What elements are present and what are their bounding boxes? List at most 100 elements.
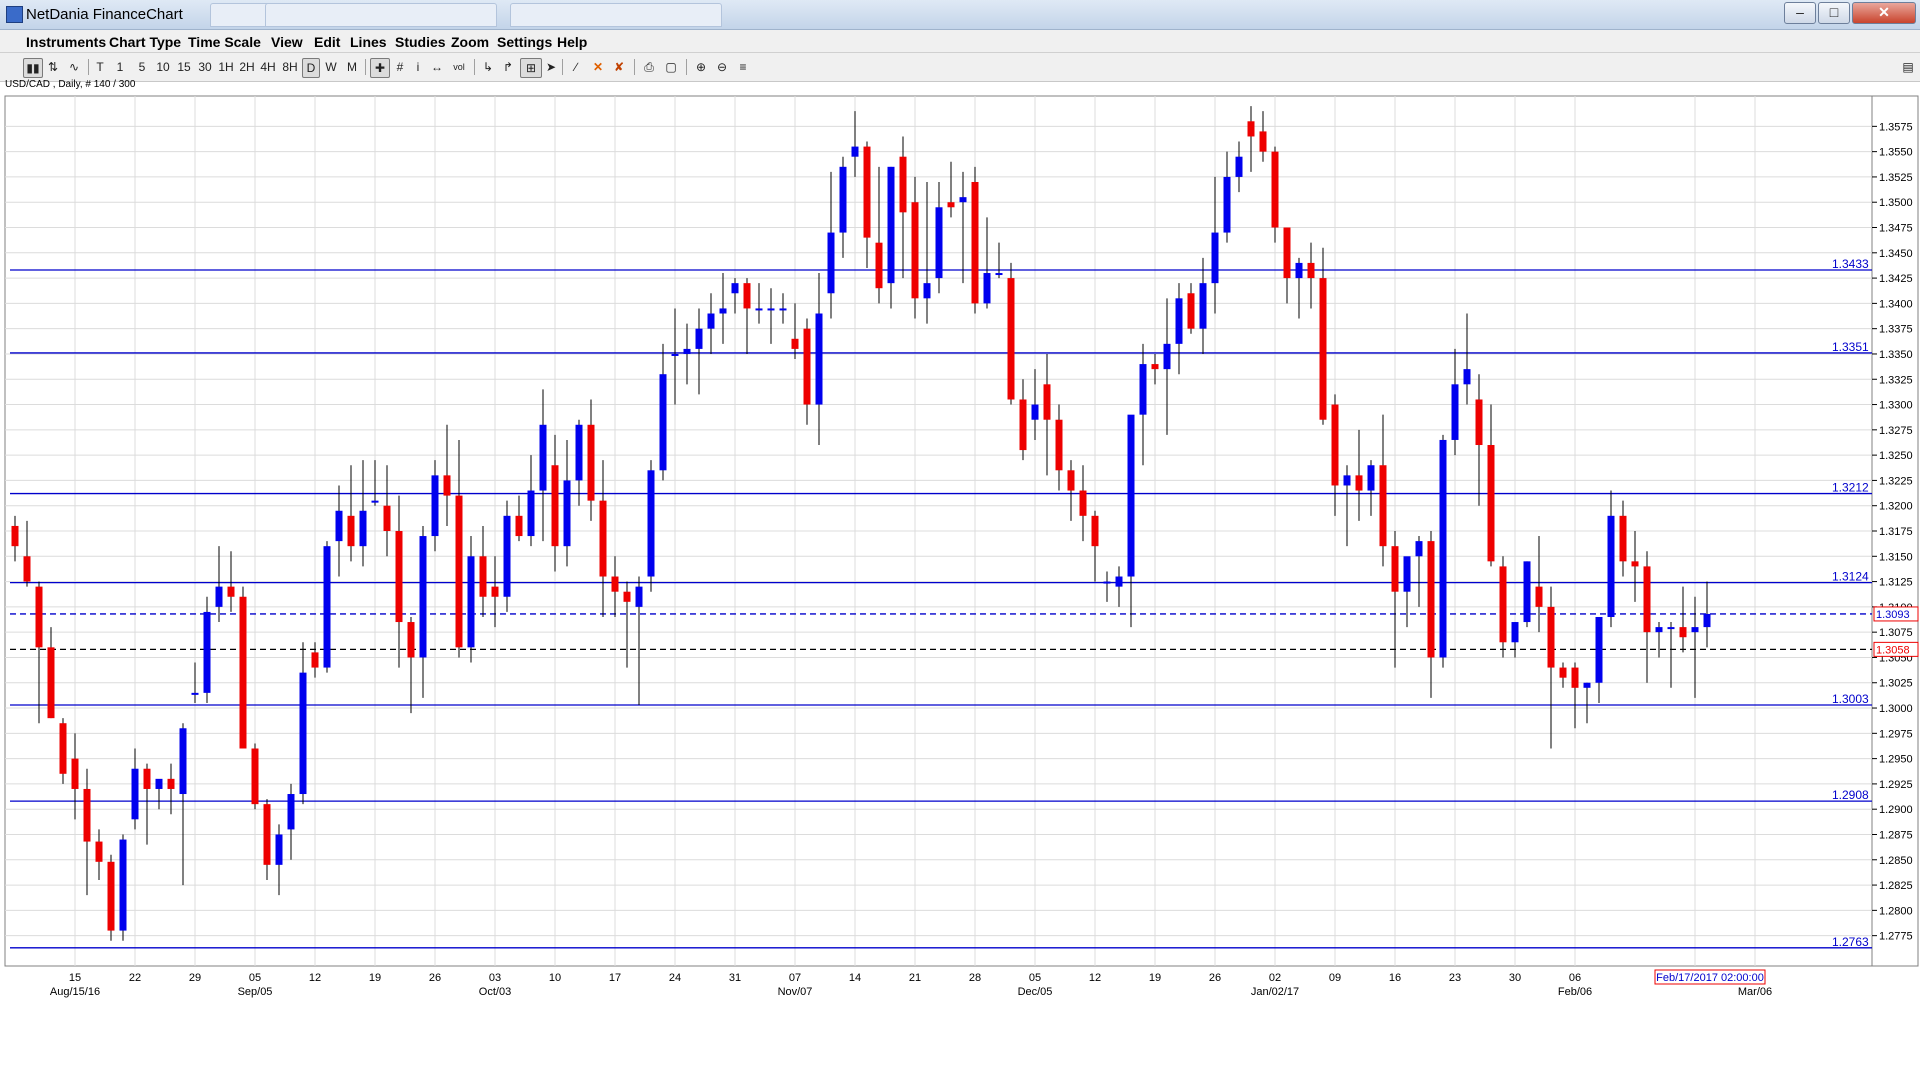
timeframe-weekly[interactable]: W bbox=[323, 58, 339, 76]
pointer-icon[interactable]: ➤ bbox=[544, 58, 558, 76]
scroll-arrows-icon[interactable]: ↔ bbox=[428, 58, 446, 76]
instrument-label: USD/CAD , Daily, # 140 / 300 bbox=[5, 79, 136, 90]
trend-tool-icon[interactable]: ↱ bbox=[500, 58, 516, 76]
y-tick-label: 1.3425 bbox=[1879, 273, 1913, 285]
timeframe-4h[interactable]: 4H bbox=[259, 58, 277, 76]
candle-body bbox=[239, 596, 247, 749]
candle-body bbox=[1331, 404, 1339, 486]
candle-body bbox=[1559, 667, 1567, 678]
zoom-in-icon[interactable]: ⊕ bbox=[692, 58, 710, 76]
timeframe-5m[interactable]: 5 bbox=[135, 58, 149, 76]
timeframe-15m[interactable]: 15 bbox=[175, 58, 193, 76]
candle-body bbox=[1259, 131, 1267, 152]
x-month-label: Feb/06 bbox=[1558, 986, 1592, 998]
timeframe-30m[interactable]: 30 bbox=[196, 58, 214, 76]
y-tick-label: 1.3200 bbox=[1879, 501, 1913, 513]
timeframe-monthly[interactable]: M bbox=[344, 58, 360, 76]
candle-body bbox=[47, 647, 55, 719]
candle-body bbox=[155, 778, 163, 789]
menu-edit[interactable]: Edit bbox=[314, 34, 340, 50]
x-month-label: Aug/15/16 bbox=[50, 986, 100, 998]
candle-body bbox=[899, 156, 907, 213]
x-tick-label: 21 bbox=[909, 972, 921, 984]
trend-tool-icon[interactable]: ↳ bbox=[480, 58, 496, 76]
candle-body bbox=[1043, 384, 1051, 420]
timeframe-10m[interactable]: 10 bbox=[154, 58, 172, 76]
menu-zoom[interactable]: Zoom bbox=[451, 34, 489, 50]
line-label: 1.3003 bbox=[1832, 692, 1869, 706]
candle-body bbox=[995, 273, 1003, 276]
candle-body bbox=[1631, 561, 1639, 567]
toolbar: ▮▮ ⇅ ∿ T 1 5 10 15 30 1H 2H 4H 8H D W M … bbox=[0, 53, 1920, 82]
timeframe-1m[interactable]: 1 bbox=[113, 58, 127, 76]
candle-body bbox=[1295, 262, 1303, 279]
y-tick-label: 1.3125 bbox=[1879, 577, 1913, 589]
volume-icon[interactable]: vol bbox=[450, 58, 468, 76]
candlestick-chart-icon[interactable]: ▮▮ bbox=[23, 58, 43, 78]
browser-tab[interactable] bbox=[265, 3, 497, 27]
candle-body bbox=[1187, 293, 1195, 329]
candle-body bbox=[203, 611, 211, 693]
zoom-fit-icon[interactable]: ≡ bbox=[734, 58, 752, 76]
candle-body bbox=[635, 586, 643, 607]
candle-body bbox=[1463, 369, 1471, 385]
x-tick-label: 26 bbox=[1209, 972, 1221, 984]
menu-studies[interactable]: Studies bbox=[395, 34, 446, 50]
line-chart-icon[interactable]: ∿ bbox=[65, 58, 83, 76]
menu-chart-type[interactable]: Chart Type bbox=[109, 34, 181, 50]
candle-body bbox=[227, 586, 235, 597]
crosshair-icon[interactable]: ✚ bbox=[370, 58, 390, 78]
candle-body bbox=[1607, 515, 1615, 617]
menu-lines[interactable]: Lines bbox=[350, 34, 387, 50]
y-tick-label: 1.2775 bbox=[1879, 931, 1913, 943]
timeframe-8h[interactable]: 8H bbox=[281, 58, 299, 76]
print-preview-icon[interactable]: ▢ bbox=[662, 58, 680, 76]
ohlc-bar-icon[interactable]: ⇅ bbox=[45, 58, 61, 76]
panel-toggle-icon[interactable]: ▤ bbox=[1900, 58, 1916, 76]
candle-body bbox=[1223, 176, 1231, 233]
candle-body bbox=[923, 283, 931, 299]
price-marker-label: 1.3093 bbox=[1876, 609, 1910, 621]
timeframe-tick[interactable]: T bbox=[93, 58, 107, 76]
delete-drawing-icon[interactable]: ✕ bbox=[590, 58, 606, 76]
candle-body bbox=[587, 424, 595, 501]
price-chart[interactable]: 1.2775 1.2800 1.2825 1.2850 1.2875 1.2900 1.29… bbox=[0, 90, 1920, 1006]
candle-body bbox=[443, 475, 451, 496]
candle-body bbox=[911, 202, 919, 299]
zoom-out-icon[interactable]: ⊖ bbox=[713, 58, 731, 76]
draw-line-icon[interactable]: ∕ bbox=[568, 58, 584, 76]
menu-time-scale[interactable]: Time Scale bbox=[188, 34, 261, 50]
y-tick-label: 1.3375 bbox=[1879, 324, 1913, 336]
menu-instruments[interactable]: Instruments bbox=[26, 34, 106, 50]
x-tick-label: 26 bbox=[429, 972, 441, 984]
browser-tab[interactable] bbox=[510, 3, 722, 27]
maximize-icon[interactable]: □ bbox=[1818, 2, 1850, 24]
candle-body bbox=[1415, 541, 1423, 557]
menu-view[interactable]: View bbox=[271, 34, 303, 50]
candle-body bbox=[1499, 566, 1507, 643]
info-icon[interactable]: i bbox=[412, 58, 424, 76]
menu-settings[interactable]: Settings bbox=[497, 34, 552, 50]
candle-body bbox=[131, 768, 139, 820]
close-icon[interactable]: ✕ bbox=[1852, 2, 1916, 24]
candle-body bbox=[1691, 627, 1699, 633]
minimize-icon[interactable]: – bbox=[1784, 2, 1816, 24]
timeframe-daily[interactable]: D bbox=[302, 58, 320, 78]
fibonacci-icon[interactable]: ⊞ bbox=[520, 58, 542, 78]
candle-body bbox=[71, 758, 79, 789]
candle-body bbox=[179, 728, 187, 795]
timeframe-2h[interactable]: 2H bbox=[238, 58, 256, 76]
delete-all-icon[interactable]: ✘ bbox=[610, 58, 628, 76]
candle-body bbox=[467, 556, 475, 648]
y-tick-label: 1.2950 bbox=[1879, 754, 1913, 766]
timeframe-1h[interactable]: 1H bbox=[217, 58, 235, 76]
grid-icon[interactable]: # bbox=[392, 58, 408, 76]
y-tick-label: 1.2925 bbox=[1879, 779, 1913, 791]
menu-help[interactable]: Help bbox=[557, 34, 587, 50]
candle-body bbox=[1379, 465, 1387, 547]
y-tick-label: 1.3000 bbox=[1879, 703, 1913, 715]
candle-body bbox=[311, 652, 319, 668]
y-tick-label: 1.2825 bbox=[1879, 880, 1913, 892]
candle-body bbox=[947, 202, 955, 208]
print-icon[interactable]: ⎙ bbox=[640, 58, 658, 76]
